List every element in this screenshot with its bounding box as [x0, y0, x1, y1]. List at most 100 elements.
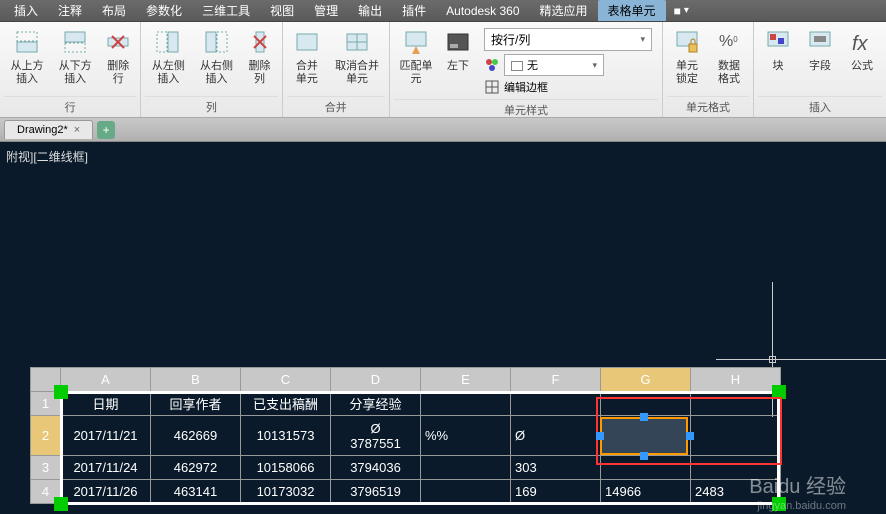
formula-icon: fx [846, 26, 878, 58]
add-tab-button[interactable]: + [97, 121, 115, 139]
table-cell[interactable]: 回享作者 [151, 392, 241, 416]
view-label: 附视][二维线框] [6, 148, 88, 165]
selection-handle[interactable] [54, 385, 68, 399]
insert-row-above-button[interactable]: 从上方 插入 [4, 24, 50, 88]
active-cell-outline [600, 417, 688, 455]
table-cell[interactable] [691, 392, 781, 416]
cell-lock-icon [671, 26, 703, 58]
table-cell[interactable]: 2017/11/26 [61, 480, 151, 504]
col-header-f[interactable]: F [511, 368, 601, 392]
close-tab-icon[interactable]: × [74, 124, 80, 136]
merge-cells-button[interactable]: 合并 单元 [287, 24, 328, 88]
table-cell[interactable] [601, 392, 691, 416]
table-cell[interactable]: 462972 [151, 456, 241, 480]
unmerge-cells-button[interactable]: 取消合并 单元 [329, 24, 385, 88]
match-cell-button[interactable]: 匹配单元 [394, 24, 438, 88]
menu-table-cell[interactable]: 表格单元 [598, 0, 666, 21]
delete-row-button[interactable]: 删除 行 [100, 24, 136, 88]
document-tab[interactable]: Drawing2* × [4, 120, 93, 139]
row-insert-below-icon [59, 26, 91, 58]
cell-lock-button[interactable]: 单元锁定 [667, 24, 707, 88]
selection-handle[interactable] [772, 385, 786, 399]
data-format-button[interactable]: %.0 数据格式 [709, 24, 749, 88]
table-cell[interactable]: 3796519 [331, 480, 421, 504]
col-header-e[interactable]: E [421, 368, 511, 392]
menu-layout[interactable]: 布局 [92, 0, 136, 21]
menu-extras-dropdown[interactable]: ■ [674, 4, 689, 18]
formula-button[interactable]: fx 公式 [842, 24, 882, 75]
table-cell[interactable]: 303 [511, 456, 601, 480]
fill-dropdown[interactable]: 无 [504, 54, 604, 76]
table-cell[interactable] [421, 456, 511, 480]
selection-handle[interactable] [772, 497, 786, 511]
table-cell[interactable]: 已支出稿酬 [241, 392, 331, 416]
menu-autodesk360[interactable]: Autodesk 360 [436, 2, 529, 20]
field-button[interactable]: 字段 [800, 24, 840, 75]
table-cell[interactable]: 462669 [151, 416, 241, 456]
table-cell[interactable]: Ø [511, 416, 601, 456]
col-header-c[interactable]: C [241, 368, 331, 392]
svg-text:.0: .0 [731, 35, 738, 44]
insert-row-below-button[interactable]: 从下方 插入 [52, 24, 98, 88]
table-cell[interactable]: 2483 [691, 480, 781, 504]
drawing-canvas[interactable]: 附视][二维线框] A B C D E F G H 1 日期 回享作者 已支出稿… [0, 142, 886, 514]
menu-parametric[interactable]: 参数化 [136, 0, 192, 21]
block-button[interactable]: 块 [758, 24, 798, 75]
menu-insert[interactable]: 插入 [4, 0, 48, 21]
block-icon [762, 26, 794, 58]
table-cell[interactable]: 分享经验 [331, 392, 421, 416]
table-cell[interactable]: 3794036 [331, 456, 421, 480]
table-cell[interactable]: %% [421, 416, 511, 456]
col-header-b[interactable]: B [151, 368, 241, 392]
menu-manage[interactable]: 管理 [304, 0, 348, 21]
table-cell[interactable]: 2017/11/21 [61, 416, 151, 456]
table-cell[interactable]: 463141 [151, 480, 241, 504]
table-cell[interactable] [421, 480, 511, 504]
menu-plugins[interactable]: 插件 [392, 0, 436, 21]
ribbon-group-label-merge: 合并 [287, 96, 385, 117]
cad-table[interactable]: A B C D E F G H 1 日期 回享作者 已支出稿酬 分享经验 [30, 367, 781, 504]
row-header-3[interactable]: 3 [31, 456, 61, 480]
table-cell[interactable]: 169 [511, 480, 601, 504]
ribbon-group-cell-style: 匹配单元 左下 按行/列 无 编辑边框 单元样式 [390, 22, 663, 117]
col-header-g[interactable]: G [601, 368, 691, 392]
cell-handle[interactable] [640, 452, 648, 460]
menu-output[interactable]: 输出 [348, 0, 392, 21]
insert-col-left-button[interactable]: 从左侧 插入 [145, 24, 191, 88]
ribbon-group-label-insert: 插入 [758, 96, 882, 117]
table-cell[interactable] [691, 416, 781, 456]
table-cell[interactable]: 10131573 [241, 416, 331, 456]
col-header-a[interactable]: A [61, 368, 151, 392]
field-icon [804, 26, 836, 58]
menu-3dtools[interactable]: 三维工具 [192, 0, 260, 21]
table-cell[interactable]: 日期 [61, 392, 151, 416]
table-cell[interactable]: 10173032 [241, 480, 331, 504]
align-button[interactable]: 左下 [440, 24, 476, 75]
edit-border-button[interactable]: 编辑边框 [484, 79, 652, 95]
cell-handle[interactable] [596, 432, 604, 440]
table-cell[interactable] [421, 392, 511, 416]
row-insert-above-icon [11, 26, 43, 58]
cell-handle[interactable] [640, 413, 648, 421]
cell-handle[interactable] [686, 432, 694, 440]
table-cell[interactable] [691, 456, 781, 480]
row-header-2[interactable]: 2 [31, 416, 61, 456]
table-cell[interactable]: Ø 3787551 [331, 416, 421, 456]
menu-annotate[interactable]: 注释 [48, 0, 92, 21]
row-col-dropdown[interactable]: 按行/列 [484, 28, 652, 51]
merge-cells-icon [291, 26, 323, 58]
menu-featured[interactable]: 精选应用 [530, 0, 598, 21]
insert-col-right-button[interactable]: 从右侧 插入 [193, 24, 239, 88]
table-cell[interactable]: 14966 [601, 480, 691, 504]
selection-handle[interactable] [54, 497, 68, 511]
border-icon [484, 79, 500, 95]
col-header-d[interactable]: D [331, 368, 421, 392]
table-cell[interactable]: 10158066 [241, 456, 331, 480]
delete-col-button[interactable]: 删除 列 [242, 24, 278, 88]
table-cell[interactable]: 2017/11/24 [61, 456, 151, 480]
ribbon: 从上方 插入 从下方 插入 删除 行 行 从左侧 插入 从右侧 插入 [0, 22, 886, 118]
menu-view[interactable]: 视图 [260, 0, 304, 21]
document-tabbar: Drawing2* × + [0, 118, 886, 142]
table-cell[interactable] [511, 392, 601, 416]
col-header-h[interactable]: H [691, 368, 781, 392]
